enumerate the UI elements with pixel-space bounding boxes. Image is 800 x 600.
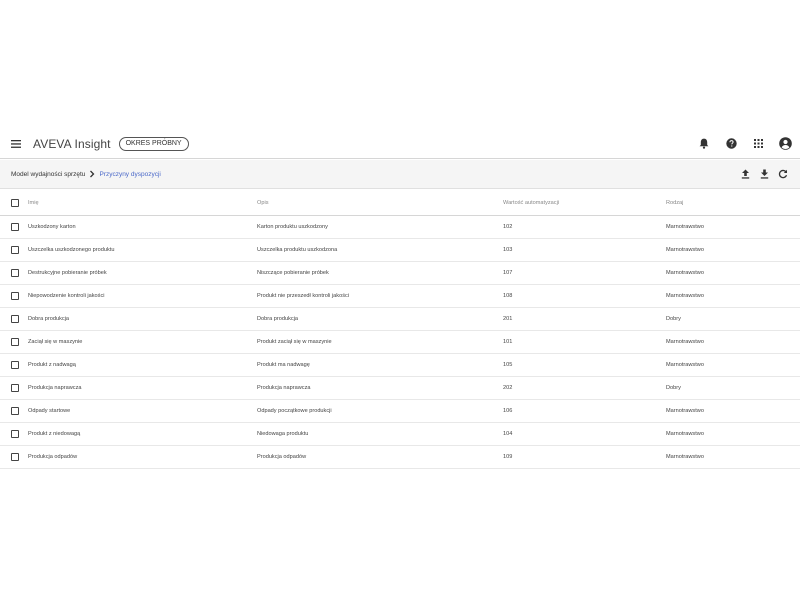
download-icon[interactable] — [758, 168, 770, 180]
cell-description: Dobra produkcja — [257, 316, 299, 322]
cell-automation-value: 105 — [503, 362, 513, 368]
table-row[interactable]: Odpady startowe Odpady początkowe produkc… — [0, 400, 800, 423]
app-bar: AVEVA Insight OKRES PRÓBNY — [0, 129, 800, 159]
cell-description: Produkcja naprawcza — [257, 385, 311, 391]
cell-automation-value: 102 — [503, 224, 513, 230]
breadcrumb-parent[interactable]: Model wydajności sprzętu — [11, 171, 85, 178]
cell-automation-value: 104 — [503, 431, 513, 437]
cell-description: Produkcja odpadów — [257, 454, 307, 460]
table-row[interactable]: Produkcja naprawcza Produkcja naprawcza 20… — [0, 377, 800, 400]
table-row[interactable]: Dobra produkcja Dobra produkcja 201 Dobry — [0, 308, 800, 331]
data-table: Imię Opis Wartość automatyzacji Rodzaj U… — [0, 190, 800, 469]
cell-description: Produkt ma nadwagę — [257, 362, 310, 368]
table-body: Uszkodzony karton Karton produktu uszkodz… — [0, 216, 800, 469]
cell-automation-value: 106 — [503, 408, 513, 414]
table-row[interactable]: Uszczelka uszkodzonego produktu Uszczelka… — [0, 239, 800, 262]
cell-name: Niepowodzenie kontroli jakości — [28, 293, 105, 299]
cell-type: Marnotrawstwo — [666, 339, 704, 345]
cell-description: Karton produktu uszkodzony — [257, 224, 328, 230]
cell-name: Produkcja odpadów — [28, 454, 78, 460]
cell-name: Dobra produkcja — [28, 316, 70, 322]
cell-automation-value: 108 — [503, 293, 513, 299]
help-icon[interactable] — [722, 135, 740, 153]
row-checkbox[interactable] — [11, 338, 19, 346]
cell-name: Produkt z nadwagą — [28, 362, 76, 368]
cell-type: Marnotrawstwo — [666, 408, 704, 414]
cell-automation-value: 109 — [503, 454, 513, 460]
cell-description: Uszczelka produktu uszkodzona — [257, 247, 338, 253]
column-header-type[interactable]: Rodzaj — [666, 200, 800, 206]
row-checkbox[interactable] — [11, 223, 19, 231]
cell-type: Marnotrawstwo — [666, 293, 704, 299]
cell-type: Marnotrawstwo — [666, 362, 704, 368]
table-row[interactable]: Produkt z niedowagą Niedowaga produktu 104… — [0, 423, 800, 446]
column-header-automation-value[interactable]: Wartość automatyzacji — [503, 200, 666, 206]
app-title: AVEVA Insight — [33, 136, 111, 151]
cell-name: Uszkodzony karton — [28, 224, 76, 230]
bell-icon[interactable] — [695, 135, 713, 153]
table-row[interactable]: Zaciął się w maszynie Produkt zaciął się … — [0, 331, 800, 354]
cell-description: Niedowaga produktu — [257, 431, 309, 437]
cell-type: Marnotrawstwo — [666, 247, 704, 253]
breadcrumb-current: Przyczyny dyspozycji — [99, 170, 161, 178]
cell-name: Odpady startowe — [28, 408, 71, 414]
row-checkbox[interactable] — [11, 430, 19, 438]
breadcrumb: Model wydajności sprzętu Przyczyny dyspo… — [11, 170, 161, 178]
cell-automation-value: 201 — [503, 316, 513, 322]
trial-badge: OKRES PRÓBNY — [118, 136, 189, 151]
table-header-row: Imię Opis Wartość automatyzacji Rodzaj — [0, 190, 800, 216]
cell-name: Zaciął się w maszynie — [28, 339, 83, 345]
table-row[interactable]: Niepowodzenie kontroli jakości Produkt ni… — [0, 285, 800, 308]
cell-type: Marnotrawstwo — [666, 454, 704, 460]
column-header-description[interactable]: Opis — [257, 200, 503, 206]
row-checkbox[interactable] — [11, 269, 19, 277]
row-checkbox[interactable] — [11, 361, 19, 369]
cell-type: Dobry — [666, 385, 681, 391]
cell-name: Produkcja naprawcza — [28, 385, 82, 391]
upload-icon[interactable] — [739, 168, 751, 180]
chevron-right-icon — [90, 170, 95, 178]
column-header-name[interactable]: Imię — [28, 200, 257, 206]
table-row[interactable]: Destrukcyjne pobieranie próbek Niszczące … — [0, 262, 800, 285]
cell-type: Marnotrawstwo — [666, 224, 704, 230]
cell-description: Odpady początkowe produkcji — [257, 408, 332, 414]
account-icon[interactable] — [776, 135, 794, 153]
table-row[interactable]: Produkt z nadwagą Produkt ma nadwagę 105 Ma… — [0, 354, 800, 377]
cell-name: Destrukcyjne pobieranie próbek — [28, 270, 107, 276]
table-row[interactable]: Uszkodzony karton Karton produktu uszkodz… — [0, 216, 800, 239]
toolbar-actions — [732, 168, 789, 180]
row-checkbox[interactable] — [11, 246, 19, 254]
cell-description: Produkt nie przeszedł kontroli jakości — [257, 293, 350, 299]
row-checkbox[interactable] — [11, 292, 19, 300]
cell-type: Marnotrawstwo — [666, 431, 704, 437]
row-checkbox[interactable] — [11, 453, 19, 461]
app-actions — [686, 135, 794, 153]
cell-automation-value: 107 — [503, 270, 513, 276]
toolbar: Model wydajności sprzętu Przyczyny dyspo… — [0, 160, 800, 189]
table-row[interactable]: Produkcja odpadów Produkcja odpadów 109 Mar… — [0, 446, 800, 469]
row-checkbox[interactable] — [11, 384, 19, 392]
cell-automation-value: 103 — [503, 247, 513, 253]
row-checkbox[interactable] — [11, 315, 19, 323]
refresh-icon[interactable] — [777, 168, 789, 180]
cell-automation-value: 202 — [503, 385, 513, 391]
cell-description: Niszczące pobieranie próbek — [257, 270, 329, 276]
apps-grid-icon[interactable] — [749, 135, 767, 153]
cell-type: Marnotrawstwo — [666, 270, 704, 276]
row-checkbox[interactable] — [11, 407, 19, 415]
cell-automation-value: 101 — [503, 339, 513, 345]
cell-description: Produkt zaciął się w maszynie — [257, 339, 332, 345]
cell-name: Produkt z niedowagą — [28, 431, 81, 437]
cell-name: Uszczelka uszkodzonego produktu — [28, 247, 115, 253]
menu-icon[interactable] — [7, 135, 25, 153]
select-all-checkbox[interactable] — [11, 198, 19, 207]
cell-type: Dobry — [666, 316, 681, 322]
